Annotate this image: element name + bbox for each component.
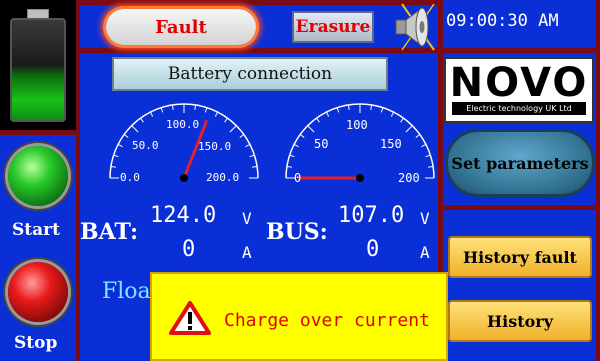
bat-current-value: 0 — [182, 237, 196, 262]
set-parameters-button[interactable]: Set parameters — [448, 132, 592, 194]
bus-gauge-tick-mark — [421, 143, 427, 148]
bus-gauge-tick-mark — [370, 104, 373, 110]
bat-gauge-tick-mark — [171, 104, 174, 110]
bat-gauge-tick-mark — [113, 154, 119, 158]
history-fault-button[interactable]: History fault — [448, 236, 592, 278]
clock-display: 09:00:30 AM — [446, 11, 559, 31]
bus-gauge-tick-mark — [347, 104, 350, 110]
bat-label: BAT: — [80, 219, 139, 245]
bus-tick-150: 150 — [380, 137, 402, 151]
bus-gauge-tick-mark — [390, 111, 395, 117]
bus-gauge-tick-mark — [299, 134, 305, 138]
bus-tick-50: 50 — [314, 137, 329, 151]
battery-connection-status: Battery connection — [112, 57, 388, 91]
speaker-icon[interactable] — [384, 2, 440, 52]
bat-gauge-tick-mark — [149, 111, 154, 117]
bus-gauge-tick-mark — [307, 125, 315, 133]
bus-label: BUS: — [266, 219, 328, 245]
stop-button[interactable] — [8, 262, 68, 322]
bat-gauge-tick-mark — [245, 143, 251, 148]
bat-gauge-tick-mark — [214, 111, 219, 117]
bat-gauge-tick-mark — [204, 107, 208, 113]
frame-left-mid — [0, 130, 80, 135]
bus-gauge-tick-mark — [380, 107, 384, 113]
bat-gauge-tick-mark — [110, 165, 116, 168]
bat-gauge-tick-mark — [252, 165, 258, 168]
charge-mode-text: Floa — [102, 279, 151, 304]
novo-logo: NOVO Electric technology UK Ltd — [444, 57, 594, 123]
history-button[interactable]: History — [448, 300, 592, 342]
bus-tick-100: 100 — [346, 118, 368, 132]
bat-tick-0: 0.0 — [120, 171, 140, 184]
bat-gauge-tick-mark — [160, 107, 164, 113]
bat-gauge-tick-mark — [117, 143, 123, 148]
bus-current-unit: A — [420, 243, 430, 262]
bat-current-unit: A — [242, 243, 252, 262]
bat-gauge-tick-mark — [140, 117, 144, 123]
bat-tick-50: 50.0 — [132, 139, 159, 152]
bat-gauge-tick-mark — [131, 125, 139, 133]
logo-word: NOVO — [449, 60, 589, 106]
alert-message: Charge over current — [224, 310, 430, 331]
bus-gauge-tick-mark — [415, 134, 421, 138]
start-label: Start — [12, 220, 60, 240]
frame-right-edge — [596, 0, 600, 361]
bus-gauge-tick-mark — [400, 117, 404, 123]
bus-gauge-tick-mark — [325, 111, 330, 117]
alert-popup: Charge over current — [150, 272, 448, 361]
bus-tick-0: 0 — [294, 171, 302, 185]
bus-voltage-value: 107.0 — [338, 203, 405, 228]
fault-button[interactable]: Fault — [106, 9, 256, 45]
logo-tagline: Electric technology UK Ltd — [452, 102, 586, 115]
stop-label: Stop — [14, 333, 58, 353]
bus-tick-200: 200 — [398, 171, 420, 185]
bat-tick-200: 200.0 — [206, 171, 240, 184]
warning-icon — [169, 301, 211, 335]
bus-gauge-tick-mark — [336, 107, 340, 113]
bus-gauge-tick-mark — [405, 125, 413, 133]
bat-voltage-unit: V — [242, 209, 252, 228]
battery-level-icon — [10, 18, 66, 122]
bus-gauge-tick-mark — [428, 165, 434, 168]
bus-gauge-tick-mark — [286, 165, 292, 168]
bat-gauge-tick-mark — [194, 104, 197, 110]
bat-tick-100: 100.0 — [166, 118, 200, 131]
bat-voltage-value: 124.0 — [150, 203, 217, 228]
bus-gauge-tick-mark — [316, 117, 320, 123]
bat-tick-150: 150.0 — [198, 140, 232, 153]
bus-gauge-tick-mark — [289, 154, 295, 158]
battery-panel — [0, 0, 76, 130]
bus-gauge-tick-mark — [425, 154, 431, 158]
bus-gauge-tick-mark — [293, 143, 299, 148]
erasure-button[interactable]: Erasure — [292, 11, 374, 43]
bat-gauge-tick-mark — [239, 134, 245, 138]
bus-current-value: 0 — [366, 237, 380, 262]
bat-gauge-tick-mark — [123, 134, 129, 138]
frame-left-divider — [76, 0, 80, 361]
frame-right-top — [438, 48, 600, 53]
bat-gauge-tick-mark — [249, 154, 255, 158]
bat-gauge-tick-mark — [229, 125, 237, 133]
start-button[interactable] — [8, 146, 68, 206]
bus-voltage-unit: V — [420, 209, 430, 228]
frame-right-mid — [438, 205, 600, 210]
bat-gauge-tick-mark — [224, 117, 228, 123]
